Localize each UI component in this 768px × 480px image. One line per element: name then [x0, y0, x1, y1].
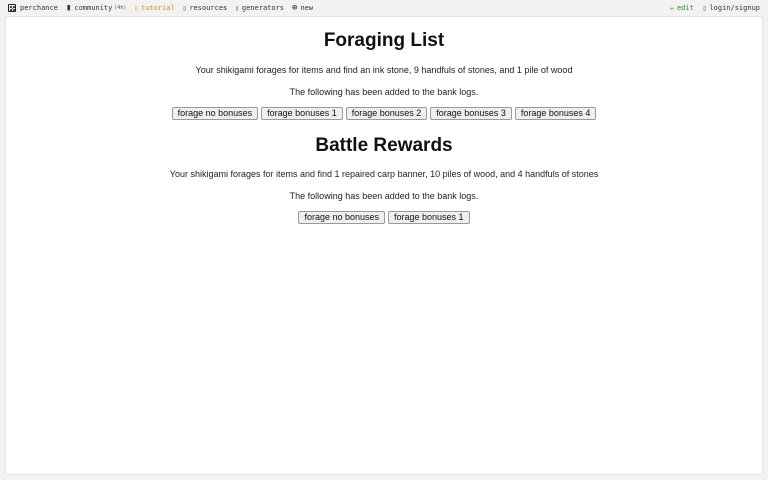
- community-label: community: [74, 4, 113, 12]
- login-label: login/signup: [709, 4, 760, 12]
- battle-rewards-title: Battle Rewards: [315, 135, 453, 156]
- nav-tutorial-link[interactable]: ▯ tutorial: [134, 4, 174, 13]
- nav-left: perchance ▮ community (4h) ▯ tutorial ▯ …: [0, 0, 321, 16]
- foraging-button-row: forage no bonuses forage bonuses 1 forag…: [6, 107, 762, 120]
- generator-output-panel: Foraging List Your shikigami forages for…: [5, 16, 763, 475]
- battle-result-text: Your shikigami forages for items and fin…: [169, 169, 599, 179]
- nav-right: ✏ edit ▯ login/signup: [661, 0, 768, 16]
- resources-label: resources: [189, 4, 228, 12]
- forage-bonuses-3-button[interactable]: forage bonuses 3: [430, 107, 512, 120]
- user-icon: ▯: [702, 4, 707, 12]
- nav-community-link[interactable]: ▮ community (4h): [65, 2, 127, 13]
- pencil-icon: ✏: [669, 3, 674, 12]
- forage-bonuses-1-button[interactable]: forage bonuses 1: [261, 107, 343, 120]
- edit-label: edit: [676, 4, 694, 12]
- book-icon: ▯: [134, 4, 138, 12]
- nav-login-link[interactable]: ▯ login/signup: [703, 4, 760, 13]
- community-suffix: (4h): [114, 5, 127, 11]
- battle-forage-bonuses-1-button[interactable]: forage bonuses 1: [388, 211, 470, 224]
- forage-bonuses-4-button[interactable]: forage bonuses 4: [514, 107, 597, 120]
- forage-no-bonuses-button[interactable]: forage no bonuses: [171, 107, 259, 120]
- battle-forage-no-bonuses-button[interactable]: forage no bonuses: [298, 211, 385, 224]
- folder-icon: ▯: [182, 4, 187, 12]
- nav-resources-link[interactable]: ▯ resources: [183, 4, 228, 13]
- nav-home-link[interactable]: perchance: [8, 4, 58, 12]
- generators-label: generators: [241, 4, 285, 12]
- forage-bonuses-2-button[interactable]: forage bonuses 2: [345, 107, 428, 120]
- nav-generators-link[interactable]: ▯ generators: [235, 4, 284, 13]
- nav-new-link[interactable]: ⊕ new: [292, 2, 314, 13]
- plus-circle-icon: ⊕: [292, 2, 298, 13]
- battle-button-row: forage no bonuses forage bonuses 1: [6, 211, 762, 224]
- top-navigation-bar: perchance ▮ community (4h) ▯ tutorial ▯ …: [0, 0, 768, 16]
- nav-edit-link[interactable]: ✏ edit: [670, 4, 694, 13]
- dice-icon: [8, 4, 16, 12]
- chat-icon: ▮: [65, 2, 72, 13]
- brand-label: perchance: [20, 4, 58, 12]
- foraging-result-text: Your shikigami forages for items and fin…: [195, 65, 573, 75]
- tutorial-label: tutorial: [140, 4, 175, 12]
- list-icon: ▯: [235, 4, 239, 12]
- new-label: new: [300, 4, 314, 12]
- foraging-note-text: The following has been added to the bank…: [289, 87, 479, 97]
- battle-note-text: The following has been added to the bank…: [289, 191, 479, 201]
- foraging-title: Foraging List: [323, 30, 445, 51]
